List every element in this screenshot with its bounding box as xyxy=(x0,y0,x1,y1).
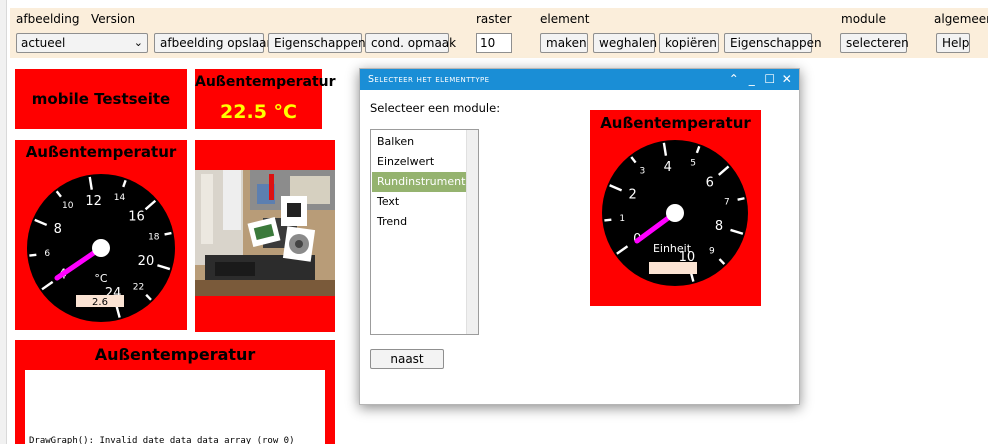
gauge-tick-label: 12 xyxy=(85,194,102,209)
cond-format-button[interactable]: cond. opmaak xyxy=(365,33,456,53)
module-label: module xyxy=(841,12,886,26)
next-button[interactable]: naast xyxy=(370,349,444,369)
gauge-hub xyxy=(92,239,110,257)
close-icon[interactable]: ✕ xyxy=(780,69,794,90)
preview-gauge-tick-label: 1 xyxy=(619,214,625,224)
element-type-dialog: Selecteer het elementtype ⌃ _ ☐ ✕ Select… xyxy=(359,68,800,405)
preview-gauge-tick-label: 2 xyxy=(629,188,637,203)
list-item[interactable]: Einzelwert xyxy=(372,152,466,172)
chevron-down-icon: ⌄ xyxy=(133,36,143,49)
select-module-button[interactable]: selecteren xyxy=(840,33,909,53)
trend-widget[interactable]: Außentemperatur DrawGraph(): Invalid dat… xyxy=(15,340,335,444)
gauge-tick-label: 18 xyxy=(148,232,160,242)
trend-chart-area: DrawGraph(): Invalid date data data arra… xyxy=(25,370,325,444)
preview-gauge-tick-label: 5 xyxy=(690,159,696,169)
gauge-tick-label: 10 xyxy=(62,201,74,211)
preview-gauge-tick-label: 8 xyxy=(715,219,723,234)
temperature-value: 22.5 °C xyxy=(220,101,297,123)
preview-gauge-tick-label: 7 xyxy=(724,197,730,207)
list-item[interactable]: Balken xyxy=(372,132,466,152)
help-button[interactable]: Help xyxy=(936,33,970,53)
gauge-tick xyxy=(29,253,37,257)
version-label: Version xyxy=(91,12,136,26)
afbeelding-label: afbeelding xyxy=(16,12,80,26)
raster-input[interactable]: 10 xyxy=(476,33,512,53)
photo-widget[interactable] xyxy=(195,140,335,332)
minimize-icon[interactable]: _ xyxy=(745,69,759,90)
list-item-selected[interactable]: Rundinstrument xyxy=(372,172,466,192)
dialog-prompt: Selecteer een module: xyxy=(370,101,501,115)
preview-gauge-tick-label: 6 xyxy=(706,175,714,190)
preview-gauge-tick-label: 3 xyxy=(640,167,646,177)
gauge-tick xyxy=(164,231,172,236)
gauge-value: 2.6 xyxy=(92,297,108,308)
gauge-dial: 4681012141618202224 °C 2.6 xyxy=(27,174,175,322)
workshop-photo xyxy=(195,170,335,296)
toolbar: afbeelding Version actueel ⌄ afbeelding … xyxy=(10,8,988,58)
copy-element-button[interactable]: kopiëren xyxy=(659,33,719,53)
preview-gauge-title: Außentemperatur xyxy=(600,114,751,132)
preview-gauge-widget: Außentemperatur 012345678910 Einheit xyxy=(590,110,761,306)
gauge-widget[interactable]: Außentemperatur 4681012141618202224 °C 2… xyxy=(15,140,187,330)
gauge-tick-label: 22 xyxy=(133,282,144,292)
gauge-tick-label: 14 xyxy=(114,193,126,203)
left-scroll-strip xyxy=(0,0,7,444)
preview-gauge-tick xyxy=(737,197,745,201)
preview-gauge-dial: 012345678910 Einheit xyxy=(602,140,748,286)
element-label: element xyxy=(540,12,590,26)
trend-title: Außentemperatur xyxy=(94,345,256,364)
remove-element-button[interactable]: weghalen xyxy=(593,33,657,53)
mobile-title-widget[interactable]: mobile Testseite xyxy=(15,69,187,129)
trend-error-text: DrawGraph(): Invalid date data data arra… xyxy=(29,436,295,444)
gauge-tick-label: 16 xyxy=(128,210,145,225)
image-properties-button[interactable]: Eigenschappen xyxy=(268,33,366,53)
gauge-unit: °C xyxy=(94,272,108,285)
preview-gauge-tick-label: 9 xyxy=(709,247,715,257)
version-value: actueel xyxy=(21,36,66,50)
module-list[interactable]: Balken Einzelwert Rundinstrument Text Tr… xyxy=(370,129,479,335)
element-properties-button[interactable]: Eigenschappen xyxy=(724,33,822,53)
gauge-tick-label: 8 xyxy=(54,222,62,237)
preview-gauge-hub xyxy=(666,204,684,222)
temperature-value-widget[interactable]: Außentemperatur 22.5 °C xyxy=(195,69,336,129)
save-image-button[interactable]: afbeelding opslaan xyxy=(154,33,274,53)
make-element-button[interactable]: maken xyxy=(540,33,588,53)
gauge-tick-label: 6 xyxy=(44,249,50,259)
temperature-title: Außentemperatur xyxy=(195,74,336,90)
preview-gauge-value-box xyxy=(649,262,697,274)
raster-label: raster xyxy=(476,12,512,26)
gauge-tick-label: 20 xyxy=(138,254,155,269)
preview-gauge-tick-label: 4 xyxy=(664,160,672,175)
list-item[interactable]: Trend xyxy=(372,212,466,232)
general-label: algemeen xyxy=(934,12,988,26)
collapse-icon[interactable]: ⌃ xyxy=(727,69,741,90)
dialog-header: Selecteer het elementtype ⌃ _ ☐ ✕ xyxy=(360,69,799,90)
maximize-icon[interactable]: ☐ xyxy=(763,69,777,90)
list-item[interactable]: Text xyxy=(372,192,466,212)
mobile-title-text: mobile Testseite xyxy=(31,90,171,108)
preview-gauge-unit: Einheit xyxy=(653,242,692,255)
gauge-title: Außentemperatur xyxy=(25,143,177,161)
version-select[interactable]: actueel ⌄ xyxy=(16,33,148,53)
preview-gauge-tick xyxy=(604,218,612,222)
list-scrollbar[interactable] xyxy=(466,130,478,334)
dialog-title: Selecteer het elementtype xyxy=(368,74,490,85)
